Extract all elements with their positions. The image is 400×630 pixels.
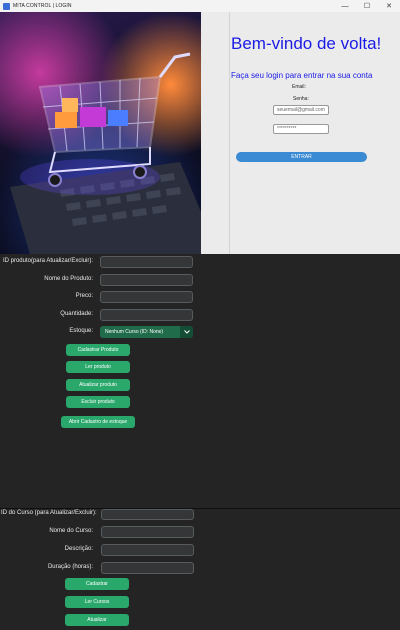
price-field[interactable] <box>100 291 193 303</box>
password-field[interactable]: ********** <box>273 124 329 134</box>
update-course-button[interactable]: Atualizar <box>65 614 129 626</box>
price-label: Preco: <box>75 293 93 299</box>
maximize-button[interactable]: ☐ <box>356 0 378 12</box>
app-icon <box>3 2 10 10</box>
description-label: Descrição: <box>64 546 93 552</box>
product-id-field[interactable] <box>100 256 193 268</box>
open-stock-register-button[interactable]: Abrir Cadastro de estoque <box>61 416 135 428</box>
course-id-label: ID do Curso (para Atualizar/Excluir): <box>1 510 97 516</box>
chevron-down-icon[interactable] <box>180 326 193 338</box>
login-button[interactable]: ENTRAR <box>236 152 367 162</box>
duration-label: Duração (horas): <box>47 564 93 570</box>
quantity-field[interactable] <box>100 309 193 321</box>
product-id-label: ID produto(para Atualizar/Excluir): <box>2 258 93 264</box>
welcome-heading: Bem-vindo de volta! <box>231 34 382 53</box>
quantity-label: Quantidade: <box>60 311 93 317</box>
section-separator <box>0 508 400 509</box>
course-name-field[interactable] <box>101 526 194 538</box>
close-button[interactable]: ✕ <box>378 0 400 12</box>
login-subtitle: Faça seu login para entrar na sua conta <box>231 71 373 80</box>
shopping-cart-laptop-image <box>0 12 201 254</box>
update-product-button[interactable]: Atualizar produto <box>66 379 130 391</box>
duration-field[interactable] <box>101 562 194 574</box>
email-label: Email: <box>292 84 306 90</box>
window-title: MITA CONTROL | LOGIN <box>13 3 72 9</box>
minimize-button[interactable]: — <box>334 0 356 12</box>
delete-product-button[interactable]: Excluir produto <box>66 396 130 408</box>
register-course-button[interactable]: Cadastrar <box>65 578 129 590</box>
stock-dropdown[interactable]: Nenhum Curso (ID: None) <box>100 326 193 338</box>
stock-selected-value: Nenhum Curso (ID: None) <box>105 329 164 335</box>
title-bar: MITA CONTROL | LOGIN — ☐ ✕ <box>0 0 400 12</box>
login-panel: Bem-vindo de volta! Faça seu login para … <box>0 12 400 254</box>
window-controls: — ☐ ✕ <box>334 0 400 12</box>
course-id-field[interactable] <box>101 509 194 520</box>
stock-label: Estoque: <box>69 328 93 334</box>
read-product-button[interactable]: Ler produto <box>66 361 130 373</box>
description-field[interactable] <box>101 544 194 556</box>
product-name-label: Nome do Produto: <box>44 276 93 282</box>
register-product-button[interactable]: Cadastrar Produto <box>66 344 130 356</box>
password-label: Senha: <box>293 96 309 102</box>
hero-illustration <box>10 52 201 254</box>
panel-divider <box>229 12 230 254</box>
product-name-field[interactable] <box>100 274 193 286</box>
read-courses-button[interactable]: Ler Cursos <box>65 596 129 608</box>
course-name-label: Nome do Curso: <box>49 528 93 534</box>
email-field[interactable]: seuemail@gmail.com <box>273 105 329 115</box>
